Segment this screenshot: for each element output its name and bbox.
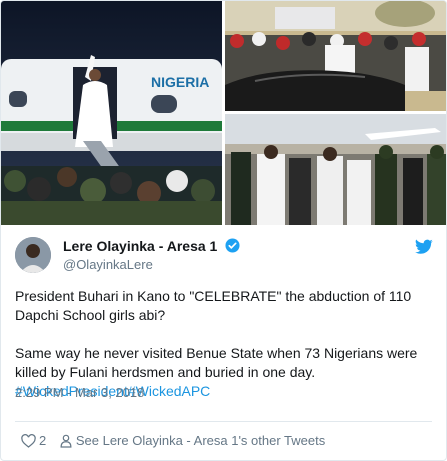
person-icon	[60, 434, 72, 448]
verified-badge-icon	[225, 238, 240, 253]
tweet-timestamp[interactable]: 2:29 PM - Mar 3, 2018	[15, 385, 144, 400]
plane-livery-text: NIGERIA	[151, 74, 209, 90]
photo-airport-tarmac[interactable]	[225, 114, 446, 225]
tweet-header: Lere Olayinka - Aresa 1 @OlayinkaLere	[15, 237, 435, 275]
avatar-image	[15, 237, 51, 273]
photo-airplane-arrival[interactable]: NIGERIA	[1, 1, 222, 225]
photo-crowd-by-car[interactable]	[225, 1, 446, 111]
like-button[interactable]: 2	[21, 433, 60, 448]
photo-crowd-by-car-image	[225, 1, 446, 111]
heart-icon	[21, 434, 36, 448]
tweet-paragraph-2-text: Same way he never visited Benue State wh…	[15, 345, 418, 380]
tweet-paragraph-1: President Buhari in Kano to "CELEBRATE" …	[15, 288, 412, 323]
author-name-row[interactable]: Lere Olayinka - Aresa 1	[63, 238, 240, 256]
avatar[interactable]	[15, 237, 51, 273]
embedded-tweet-card: NIGERIA Lere Olayinka - Aresa 1 @Olayink…	[0, 0, 447, 461]
photo-airplane-arrival-image: NIGERIA	[1, 1, 222, 225]
other-tweets-label[interactable]: See Lere Olayinka - Aresa 1's other Twee…	[76, 433, 325, 448]
twitter-bird-icon[interactable]	[415, 239, 433, 255]
other-tweets-link[interactable]: See Lere Olayinka - Aresa 1's other Twee…	[60, 433, 325, 448]
tweet-text: President Buhari in Kano to "CELEBRATE" …	[15, 287, 435, 401]
author-handle[interactable]: @OlayinkaLere	[63, 257, 153, 272]
tweet-actions: 2 See Lere Olayinka - Aresa 1's other Tw…	[21, 433, 325, 451]
like-count: 2	[39, 433, 47, 448]
photo-airport-tarmac-image	[225, 114, 446, 225]
tweet-photo-collage[interactable]: NIGERIA	[1, 1, 446, 225]
divider	[15, 421, 432, 422]
author-display-name[interactable]: Lere Olayinka - Aresa 1	[63, 238, 217, 254]
